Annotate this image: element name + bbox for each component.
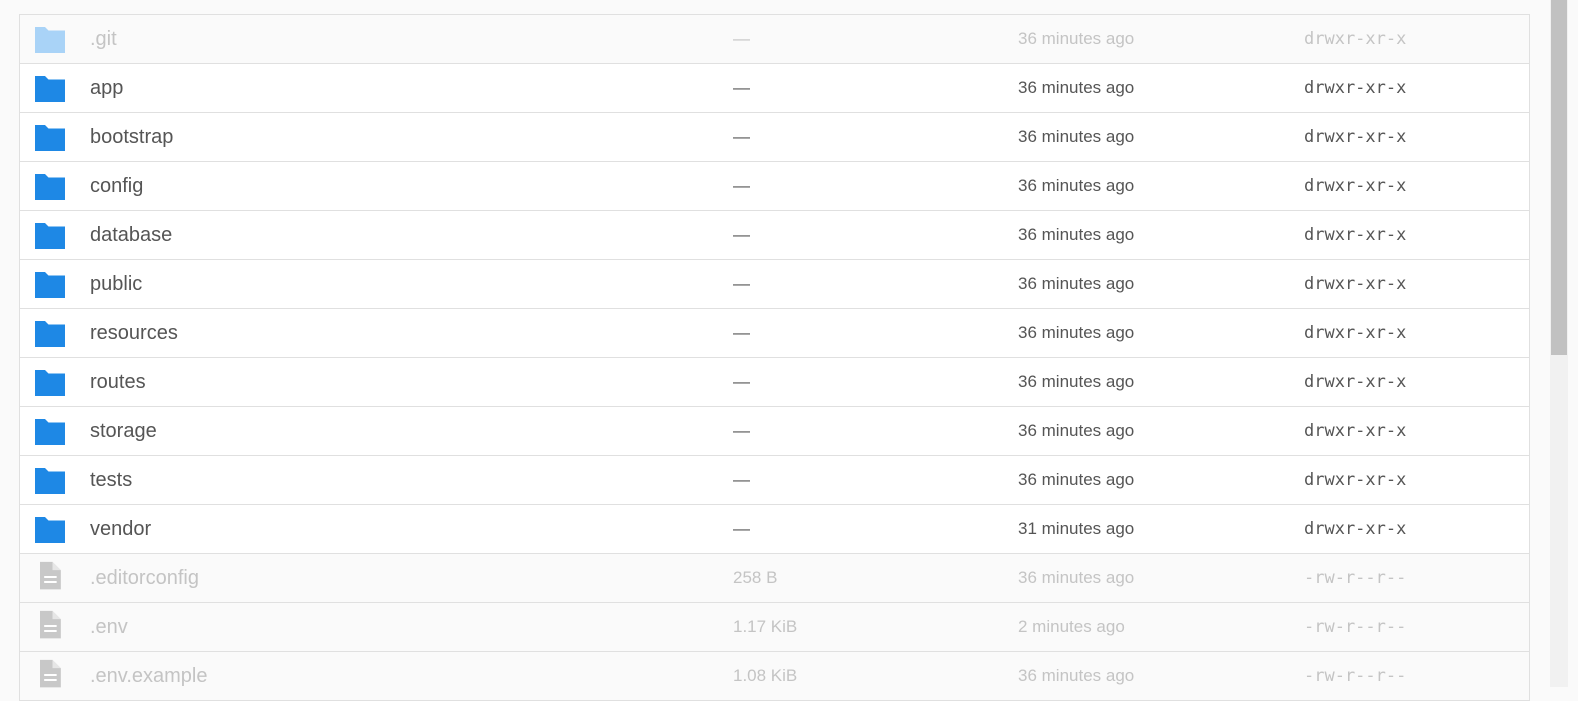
file-size: — xyxy=(733,470,750,489)
file-icon xyxy=(33,610,67,643)
file-permissions: drwxr-xr-x xyxy=(1304,29,1407,49)
file-modified: 36 minutes ago xyxy=(1018,127,1135,146)
file-size: — xyxy=(733,421,750,440)
file-modified: 36 minutes ago xyxy=(1018,29,1135,48)
folder-icon xyxy=(33,368,67,398)
file-name: storage xyxy=(90,420,157,442)
file-row[interactable]: bootstrap — 36 minutes ago drwxr-xr-x xyxy=(20,113,1529,162)
file-modified: 36 minutes ago xyxy=(1018,78,1135,97)
file-name: app xyxy=(90,77,124,99)
file-modified: 36 minutes ago xyxy=(1018,372,1135,391)
folder-icon xyxy=(33,466,67,496)
file-size: — xyxy=(733,323,750,342)
file-name: public xyxy=(90,273,143,295)
file-row[interactable]: app — 36 minutes ago drwxr-xr-x xyxy=(20,64,1529,113)
file-modified: 36 minutes ago xyxy=(1018,225,1135,244)
file-permissions: -rw-r--r-- xyxy=(1304,666,1407,686)
file-size: — xyxy=(733,127,750,146)
file-size: — xyxy=(733,78,750,97)
file-permissions: drwxr-xr-x xyxy=(1304,78,1407,98)
file-name: .git xyxy=(90,28,117,50)
file-size: — xyxy=(733,225,750,244)
file-size: 1.08 KiB xyxy=(733,666,798,685)
file-row[interactable]: resources — 36 minutes ago drwxr-xr-x xyxy=(20,309,1529,358)
file-icon xyxy=(33,561,67,594)
file-name: .env.example xyxy=(90,665,208,687)
file-row[interactable]: vendor — 31 minutes ago drwxr-xr-x xyxy=(20,505,1529,554)
file-modified: 36 minutes ago xyxy=(1018,323,1135,342)
folder-icon xyxy=(33,123,67,153)
file-size: — xyxy=(733,519,750,538)
file-size: — xyxy=(733,176,750,195)
file-permissions: drwxr-xr-x xyxy=(1304,421,1407,441)
folder-icon xyxy=(33,74,67,104)
file-modified: 36 minutes ago xyxy=(1018,176,1135,195)
file-row[interactable]: .git — 36 minutes ago drwxr-xr-x xyxy=(20,15,1529,64)
file-size: — xyxy=(733,29,750,48)
file-permissions: -rw-r--r-- xyxy=(1304,617,1407,637)
folder-icon xyxy=(33,417,67,447)
file-name: config xyxy=(90,175,144,197)
file-permissions: drwxr-xr-x xyxy=(1304,127,1407,147)
file-row[interactable]: routes — 36 minutes ago drwxr-xr-x xyxy=(20,358,1529,407)
file-permissions: drwxr-xr-x xyxy=(1304,225,1407,245)
file-permissions: drwxr-xr-x xyxy=(1304,470,1407,490)
file-size: — xyxy=(733,274,750,293)
file-list: .git — 36 minutes ago drwxr-xr-x app — 36 minu… xyxy=(19,14,1530,701)
file-name: bootstrap xyxy=(90,126,174,148)
file-icon xyxy=(33,659,67,692)
scrollbar-thumb[interactable] xyxy=(1551,0,1567,355)
file-modified: 36 minutes ago xyxy=(1018,421,1135,440)
folder-icon xyxy=(33,270,67,300)
file-name: vendor xyxy=(90,518,152,540)
folder-icon xyxy=(33,172,67,202)
file-name: tests xyxy=(90,469,133,491)
file-modified: 36 minutes ago xyxy=(1018,274,1135,293)
file-row[interactable]: .env.example 1.08 KiB 36 minutes ago -rw-r-… xyxy=(20,652,1529,701)
folder-icon xyxy=(33,515,67,545)
vertical-scrollbar[interactable] xyxy=(1550,0,1568,687)
file-modified: 36 minutes ago xyxy=(1018,666,1135,685)
file-modified: 36 minutes ago xyxy=(1018,470,1135,489)
file-row[interactable]: .env 1.17 KiB 2 minutes ago -rw-r--r-- xyxy=(20,603,1529,652)
file-modified: 36 minutes ago xyxy=(1018,568,1135,587)
folder-icon xyxy=(33,319,67,349)
file-size: 1.17 KiB xyxy=(733,617,798,636)
file-name: .editorconfig xyxy=(90,567,199,589)
file-modified: 2 minutes ago xyxy=(1018,617,1125,636)
file-name: .env xyxy=(90,616,128,638)
file-row[interactable]: tests — 36 minutes ago drwxr-xr-x xyxy=(20,456,1529,505)
folder-icon xyxy=(33,25,67,55)
file-row[interactable]: .editorconfig 258 B 36 minutes ago -rw-r--r… xyxy=(20,554,1529,603)
file-permissions: -rw-r--r-- xyxy=(1304,568,1407,588)
folder-icon xyxy=(33,221,67,251)
file-name: database xyxy=(90,224,173,246)
file-permissions: drwxr-xr-x xyxy=(1304,519,1407,539)
file-row[interactable]: public — 36 minutes ago drwxr-xr-x xyxy=(20,260,1529,309)
file-modified: 31 minutes ago xyxy=(1018,519,1135,538)
file-permissions: drwxr-xr-x xyxy=(1304,274,1407,294)
file-name: routes xyxy=(90,371,146,393)
file-row[interactable]: storage — 36 minutes ago drwxr-xr-x xyxy=(20,407,1529,456)
file-size: 258 B xyxy=(733,568,778,587)
file-permissions: drwxr-xr-x xyxy=(1304,176,1407,196)
file-name: resources xyxy=(90,322,178,344)
file-row[interactable]: config — 36 minutes ago drwxr-xr-x xyxy=(20,162,1529,211)
file-permissions: drwxr-xr-x xyxy=(1304,372,1407,392)
file-size: — xyxy=(733,372,750,391)
file-row[interactable]: database — 36 minutes ago drwxr-xr-x xyxy=(20,211,1529,260)
file-permissions: drwxr-xr-x xyxy=(1304,323,1407,343)
